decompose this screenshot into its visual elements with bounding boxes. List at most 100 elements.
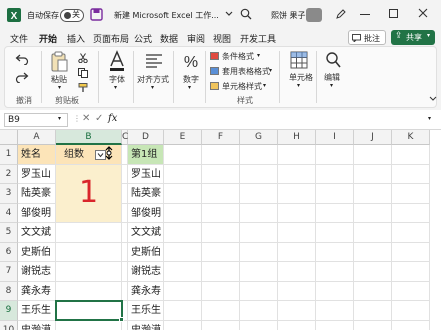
cell-i4[interactable] (316, 203, 354, 223)
search-icon[interactable] (240, 8, 252, 20)
cell-b6[interactable] (56, 242, 122, 262)
cell-h4[interactable] (278, 203, 316, 223)
maximize-icon[interactable] (389, 9, 398, 18)
cell-d7[interactable]: 谢锐志 (128, 262, 164, 282)
cell-j1[interactable] (354, 145, 392, 165)
conditional-format-button[interactable]: 条件格式 (222, 51, 254, 62)
cell-a3[interactable]: 陆英豪 (18, 184, 56, 204)
cell-j4[interactable] (354, 203, 392, 223)
tab-insert[interactable]: 插入 (67, 32, 85, 45)
font-icon[interactable] (108, 50, 126, 72)
row-header-8[interactable]: 8 (0, 281, 18, 301)
cell-h7[interactable] (278, 262, 316, 282)
cell-d2[interactable]: 罗玉山 (128, 164, 164, 184)
cell-style-button[interactable]: 单元格样式 (222, 81, 262, 92)
save-icon[interactable] (90, 8, 103, 21)
cell-d10[interactable]: 史瀚漠 (128, 320, 164, 330)
cell-k8[interactable] (392, 281, 430, 301)
cell-g6[interactable] (240, 242, 278, 262)
redo-icon[interactable] (15, 71, 29, 83)
table-format-chevron-icon[interactable]: ▾ (269, 67, 272, 74)
cell-g4[interactable] (240, 203, 278, 223)
cell-f3[interactable] (202, 184, 240, 204)
row-header-7[interactable]: 7 (0, 262, 18, 282)
column-header-i[interactable]: I (316, 130, 354, 145)
spreadsheet-grid[interactable]: ABCDEFGHIJK 1 2 3 4 5 6 7 8 9 10 姓名 第1组 罗玉山 罗玉山 陆英豪 陆英… (0, 130, 441, 330)
editing-chevron-icon[interactable]: ▾ (330, 82, 333, 89)
cell-g3[interactable] (240, 184, 278, 204)
dropdown-chevron-icon[interactable] (225, 11, 233, 17)
cell-k3[interactable] (392, 184, 430, 204)
cell-g2[interactable] (240, 164, 278, 184)
column-header-j[interactable]: J (354, 130, 392, 145)
cell-g1[interactable] (240, 145, 278, 165)
cell-h9[interactable] (278, 301, 316, 321)
formula-expand-icon[interactable]: ▾ (428, 115, 431, 122)
insert-function-icon[interactable]: fx (108, 113, 117, 124)
formula-input[interactable] (124, 112, 424, 127)
tab-file[interactable]: 文件 (10, 32, 28, 45)
row-header-4[interactable]: 4 (0, 203, 18, 223)
cell-i6[interactable] (316, 242, 354, 262)
format-painter-icon[interactable] (78, 83, 88, 93)
tab-data[interactable]: 数据 (160, 32, 178, 45)
number-chevron-icon[interactable]: ▾ (188, 84, 191, 91)
copy-icon[interactable] (78, 68, 88, 78)
cell-j8[interactable] (354, 281, 392, 301)
fill-handle[interactable] (119, 317, 124, 322)
cell-g7[interactable] (240, 262, 278, 282)
cell-f2[interactable] (202, 164, 240, 184)
cell-e9[interactable] (164, 301, 202, 321)
cell-g5[interactable] (240, 223, 278, 243)
cell-d5[interactable]: 文文斌 (128, 223, 164, 243)
cell-f9[interactable] (202, 301, 240, 321)
row-header-1[interactable]: 1 (0, 145, 18, 165)
cell-h10[interactable] (278, 320, 316, 330)
pen-icon[interactable] (335, 8, 347, 20)
cell-a6[interactable]: 史斯伯 (18, 242, 56, 262)
row-header-6[interactable]: 6 (0, 242, 18, 262)
cell-a9[interactable]: 王乐生 (18, 301, 56, 321)
cell-a4[interactable]: 邹俊明 (18, 203, 56, 223)
share-button[interactable]: ⇪ 共享 ▾ (391, 30, 435, 45)
cell-f6[interactable] (202, 242, 240, 262)
cell-i7[interactable] (316, 262, 354, 282)
alignment-icon[interactable] (145, 53, 163, 69)
cell-j6[interactable] (354, 242, 392, 262)
cell-i2[interactable] (316, 164, 354, 184)
cell-a5[interactable]: 文文斌 (18, 223, 56, 243)
cell-d9[interactable]: 王乐生 (128, 301, 164, 321)
cond-format-chevron-icon[interactable]: ▾ (257, 52, 260, 59)
cell-e5[interactable] (164, 223, 202, 243)
cell-g8[interactable] (240, 281, 278, 301)
cell-k5[interactable] (392, 223, 430, 243)
cell-h5[interactable] (278, 223, 316, 243)
cell-e3[interactable] (164, 184, 202, 204)
cell-i8[interactable] (316, 281, 354, 301)
paste-chevron-icon[interactable]: ▾ (58, 84, 61, 91)
name-box-chevron-icon[interactable]: ▾ (58, 115, 61, 122)
cell-e6[interactable] (164, 242, 202, 262)
column-header-f[interactable]: F (202, 130, 240, 145)
cell-e7[interactable] (164, 262, 202, 282)
cell-b5[interactable] (56, 223, 122, 243)
row-header-10[interactable]: 10 (0, 320, 18, 330)
row-header-2[interactable]: 2 (0, 164, 18, 184)
cut-icon[interactable] (78, 53, 88, 63)
number-format-icon[interactable]: % (182, 51, 200, 71)
cell-e8[interactable] (164, 281, 202, 301)
cell-j9[interactable] (354, 301, 392, 321)
cell-i1[interactable] (316, 145, 354, 165)
cell-h3[interactable] (278, 184, 316, 204)
cells-icon[interactable] (290, 51, 308, 69)
cell-g9[interactable] (240, 301, 278, 321)
cell-f7[interactable] (202, 262, 240, 282)
cell-style-chevron-icon[interactable]: ▾ (263, 82, 266, 89)
merged-cell-b2-b4[interactable]: 1 (56, 164, 122, 223)
cell-d4[interactable]: 邹俊明 (128, 203, 164, 223)
cell-k7[interactable] (392, 262, 430, 282)
cell-k2[interactable] (392, 164, 430, 184)
row-header-9[interactable]: 9 (0, 301, 18, 321)
comment-button[interactable]: 批注 (348, 30, 386, 45)
cell-h6[interactable] (278, 242, 316, 262)
